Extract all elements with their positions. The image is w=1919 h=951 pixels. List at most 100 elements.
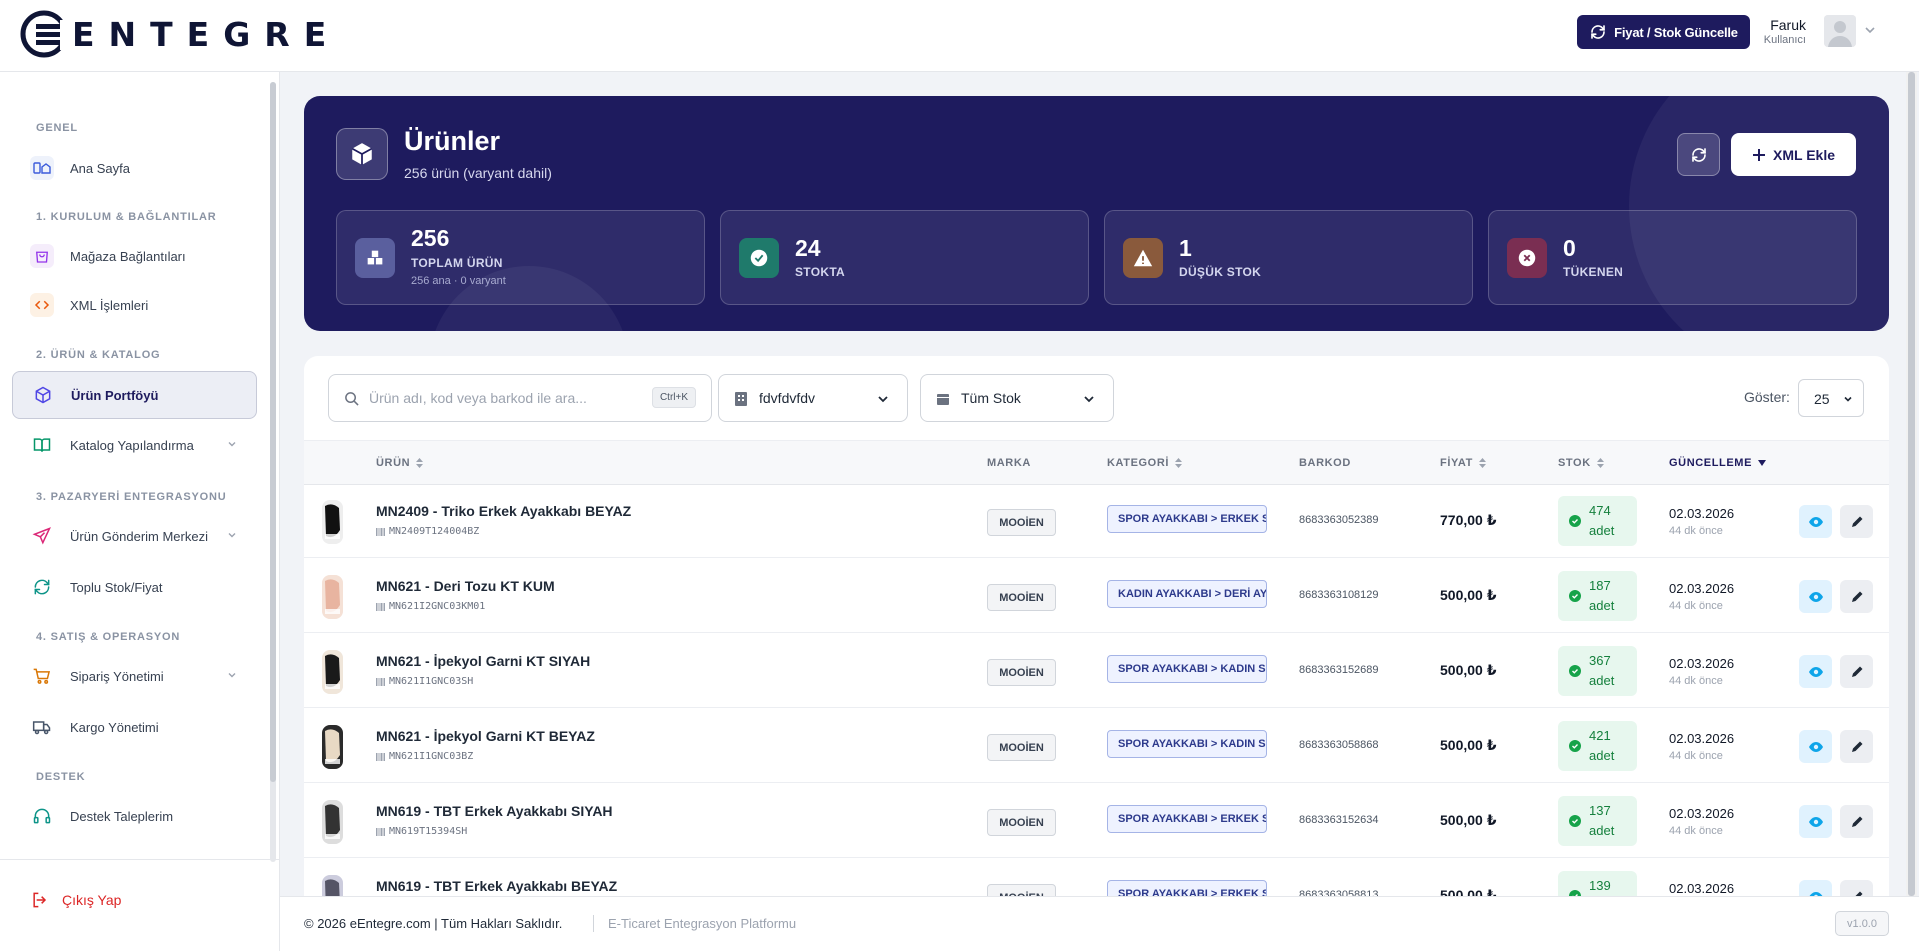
refresh-icon (1691, 147, 1706, 162)
brand-badge: MOOİEN (987, 884, 1056, 896)
product-thumbnail[interactable] (322, 800, 343, 844)
sidebar-item-home[interactable]: Ana Sayfa (12, 144, 257, 192)
sidebar-item-catalog-config[interactable]: Katalog Yapılandırma (12, 421, 257, 469)
send-icon (30, 524, 54, 548)
sort-icon (1175, 458, 1183, 468)
product-thumbnail[interactable] (322, 875, 343, 896)
store-select[interactable]: fdvfdvfdv (718, 374, 908, 422)
product-thumbnail[interactable] (322, 575, 343, 619)
category-badge[interactable]: SPOR AYAKKABI > ERKEK SPOR AYAKKABI (1107, 505, 1267, 533)
product-name[interactable]: MN621 - Deri Tozu KT KUM (376, 578, 555, 594)
column-header-stock[interactable]: STOK (1558, 457, 1604, 469)
sidebar-item-order-management[interactable]: Sipariş Yönetimi (12, 652, 257, 700)
edit-button[interactable] (1840, 580, 1873, 613)
view-button[interactable] (1799, 880, 1832, 896)
sidebar-scrollbar-thumb[interactable] (270, 82, 276, 782)
price-value: 500,00 ₺ (1440, 737, 1497, 753)
cart-icon (30, 664, 54, 688)
table-row[interactable]: MN2409 - Triko Erkek Ayakkabı BEYAZ MN24… (304, 485, 1889, 558)
view-button[interactable] (1799, 805, 1832, 838)
sidebar-scrollbar[interactable] (270, 82, 276, 862)
column-header-product[interactable]: ÜRÜN (376, 457, 424, 469)
brand-badge: MOOİEN (987, 509, 1056, 536)
page-size-select[interactable]: 25 (1798, 379, 1864, 417)
product-name[interactable]: MN621 - İpekyol Garni KT BEYAZ (376, 728, 595, 744)
edit-button[interactable] (1840, 880, 1873, 896)
brand-badge: MOOİEN (987, 734, 1056, 761)
brand-badge: MOOİEN (987, 809, 1056, 836)
table-row[interactable]: MN619 - TBT Erkek Ayakkabı BEYAZ MN619T1… (304, 860, 1889, 896)
sidebar-item-cargo-management[interactable]: Kargo Yönetimi (12, 703, 257, 751)
user-info[interactable]: Faruk Kullanıcı (1756, 17, 1806, 46)
logo[interactable]: ENTEGRE (20, 8, 340, 60)
stock-unit: adet (1589, 523, 1615, 538)
category-badge[interactable]: SPOR AYAKKABI > ERKEK SPOR AYAKKABI (1107, 805, 1267, 833)
category-badge[interactable]: KADIN AYAKKABI > DERİ AYAKKABI (1107, 580, 1267, 608)
eye-icon (1808, 741, 1823, 752)
price-value: 500,00 ₺ (1440, 887, 1497, 896)
chevron-down-icon[interactable] (1864, 24, 1876, 36)
page-scrollbar-thumb[interactable] (1908, 72, 1915, 896)
view-button[interactable] (1799, 505, 1832, 538)
product-name[interactable]: MN2409 - Triko Erkek Ayakkabı BEYAZ (376, 503, 631, 519)
edit-button[interactable] (1840, 505, 1873, 538)
barcode-value: 8683363058868 (1299, 739, 1379, 751)
eye-icon (1808, 816, 1823, 827)
sidebar-item-support-tickets[interactable]: Destek Taleplerim (12, 792, 257, 840)
logo-text: ENTEGRE (72, 14, 341, 54)
table-row[interactable]: MN621 - İpekyol Garni KT BEYAZ MN621I1GN… (304, 710, 1889, 783)
product-name[interactable]: MN619 - TBT Erkek Ayakkabı BEYAZ (376, 878, 617, 894)
sidebar-item-store-connections[interactable]: Mağaza Bağlantıları (12, 232, 257, 280)
sidebar-item-xml[interactable]: XML İşlemleri (12, 281, 257, 329)
footer-copyright: © 2026 eEntegre.com | Tüm Hakları Saklıd… (304, 916, 563, 931)
table-row[interactable]: MN621 - Deri Tozu KT KUM MN621I2GNC03KM0… (304, 560, 1889, 633)
product-thumbnail[interactable] (322, 500, 343, 544)
chevron-down-icon (228, 442, 236, 447)
stock-badge: 367 adet (1558, 646, 1637, 696)
product-code-value: MN621I2GNC03KM01 (389, 601, 486, 612)
version-badge: v1.0.0 (1835, 911, 1889, 936)
edit-button[interactable] (1840, 805, 1873, 838)
category-badge[interactable]: SPOR AYAKKABI > ERKEK SPOR AYAKKABI (1107, 880, 1267, 896)
footer-divider (593, 915, 594, 932)
column-header-category[interactable]: KATEGORİ (1107, 457, 1183, 469)
sidebar-item-label: Mağaza Bağlantıları (70, 248, 186, 264)
xml-add-button[interactable]: XML Ekle (1731, 133, 1856, 176)
logout-button[interactable]: Çıkış Yap (30, 890, 121, 910)
category-badge[interactable]: SPOR AYAKKABI > KADIN SPOR AYAKKABI (1107, 655, 1267, 683)
page-scrollbar[interactable] (1906, 72, 1917, 896)
sidebar-item-product-send-center[interactable]: Ürün Gönderim Merkezi (12, 512, 257, 560)
view-button[interactable] (1799, 730, 1832, 763)
check-icon (1569, 515, 1581, 527)
edit-button[interactable] (1840, 730, 1873, 763)
product-name[interactable]: MN621 - İpekyol Garni KT SIYAH (376, 653, 590, 669)
stat-label: TOPLAM ÜRÜN (411, 256, 503, 270)
table-row[interactable]: MN619 - TBT Erkek Ayakkabı SIYAH MN619T1… (304, 785, 1889, 858)
edit-button[interactable] (1840, 655, 1873, 688)
search-placeholder: Ürün adı, kod veya barkod ile ara... (369, 390, 587, 406)
calendar-icon (937, 394, 949, 405)
price-stock-update-button[interactable]: Fiyat / Stok Güncelle (1577, 15, 1750, 49)
stock-filter-select[interactable]: Tüm Stok (920, 374, 1114, 422)
column-label: KATEGORİ (1107, 457, 1170, 469)
avatar[interactable] (1824, 15, 1856, 47)
user-name: Faruk (1770, 17, 1806, 33)
column-header-updated[interactable]: GÜNCELLEME (1669, 457, 1766, 469)
product-thumbnail[interactable] (322, 650, 343, 694)
category-badge[interactable]: SPOR AYAKKABI > KADIN SPOR AYAKKABI (1107, 730, 1267, 758)
table-row[interactable]: MN621 - İpekyol Garni KT SIYAH MN621I1GN… (304, 635, 1889, 708)
refresh-button[interactable] (1677, 133, 1720, 176)
view-button[interactable] (1799, 655, 1832, 688)
stock-count: 474 (1589, 503, 1611, 518)
view-button[interactable] (1799, 580, 1832, 613)
product-code-value: MN621I1GNC03BZ (389, 751, 474, 762)
column-header-price[interactable]: FİYAT (1440, 457, 1486, 469)
product-name[interactable]: MN619 - TBT Erkek Ayakkabı SIYAH (376, 803, 613, 819)
sidebar-item-bulk-stock-price[interactable]: Toplu Stok/Fiyat (12, 563, 257, 611)
product-thumbnail[interactable] (322, 725, 343, 769)
barcode-icon (376, 527, 385, 536)
search-input[interactable]: Ürün adı, kod veya barkod ile ara... Ctr… (328, 374, 712, 422)
column-label: GÜNCELLEME (1669, 457, 1752, 469)
sidebar-item-product-portfolio[interactable]: Ürün Portföyü (12, 371, 257, 419)
x-circle-icon (1507, 238, 1547, 278)
